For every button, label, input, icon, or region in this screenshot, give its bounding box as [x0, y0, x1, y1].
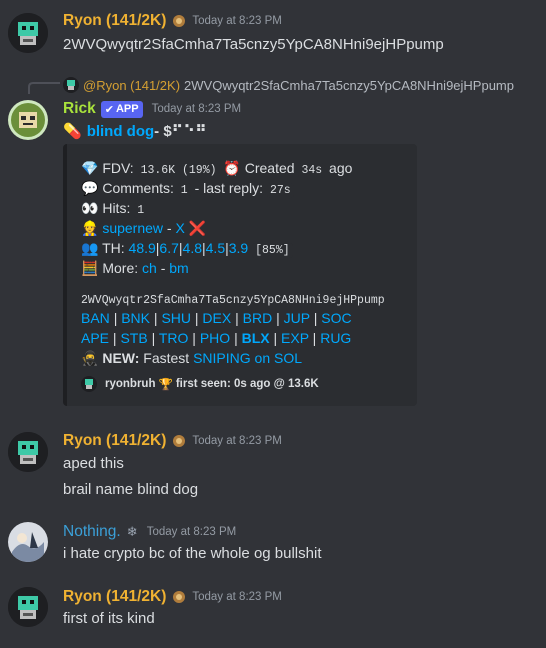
author-name[interactable]: Ryon (141/2K): [63, 588, 166, 606]
server-badge-icon: [172, 14, 186, 28]
link-dex[interactable]: DEX: [202, 310, 231, 326]
link-bnk[interactable]: BNK: [121, 310, 150, 326]
new-text: Fastest: [143, 350, 190, 366]
author-name[interactable]: Ryon (141/2K): [63, 432, 166, 450]
more-link-bm[interactable]: bm: [169, 260, 188, 276]
avatar-rick[interactable]: [8, 100, 48, 140]
message-text: i hate crypto bc of the whole og bullshi…: [63, 545, 322, 562]
created-value: 34s: [298, 163, 326, 178]
link-ban[interactable]: BAN: [81, 310, 110, 326]
server-badge-icon: [172, 590, 186, 604]
timestamp: Today at 8:23 PM: [192, 435, 282, 447]
links-row-1: BAN | BNK | SHU | DEX | BRD | JUP | SOC: [81, 310, 352, 326]
th-value[interactable]: 4.8: [183, 240, 202, 256]
app-tag: ✔ APP: [100, 100, 143, 118]
author-name[interactable]: Rick: [63, 100, 96, 118]
trophy-icon: 🏆: [158, 379, 173, 391]
fdv-label: FDV:: [102, 160, 134, 176]
created-label: Created: [244, 160, 295, 176]
separator: -: [166, 220, 172, 236]
speech-bubble-icon: 💬: [81, 180, 99, 196]
timestamp: Today at 8:23 PM: [151, 103, 242, 115]
message-text: brail name blind dog: [63, 481, 199, 498]
reply-text[interactable]: 2WVQwyqtr2SfaCmha7Ta5cnzy5YpCA8NHni9ejHP…: [184, 78, 514, 93]
new-label: NEW:: [102, 350, 140, 366]
token-embed: 💎 FDV: 13.6K (19%) ⏰ Created 34s ago 💬 C…: [63, 144, 417, 406]
token-link[interactable]: blind dog: [87, 123, 154, 140]
link-shu[interactable]: SHU: [161, 310, 191, 326]
link-tro[interactable]: TRO: [159, 330, 189, 346]
verified-check-icon: ✔: [104, 103, 114, 116]
contract-address[interactable]: 2WVQwyqtr2SfaCmha7Ta5cnzy5YpCA8NHni9ejHP…: [81, 294, 385, 307]
th-total: [85%]: [252, 243, 293, 258]
link-soc[interactable]: SOC: [321, 310, 351, 326]
footer-user: ryonbruh: [105, 378, 156, 390]
timestamp: Today at 8:23 PM: [192, 591, 282, 603]
avatar-ryon[interactable]: [8, 587, 48, 627]
developer-icon: 👷: [81, 220, 99, 236]
avatar-ryon[interactable]: [8, 432, 48, 472]
link-ape[interactable]: APE: [81, 330, 109, 346]
fdv-value: 13.6K (19%): [137, 163, 220, 178]
link-stb[interactable]: STB: [120, 330, 147, 346]
link-rug[interactable]: RUG: [320, 330, 351, 346]
abacus-icon: 🧮: [81, 260, 99, 276]
th-value[interactable]: 4.5: [206, 240, 225, 256]
link-blx[interactable]: BLX: [242, 330, 270, 346]
dev-x-link[interactable]: X: [175, 220, 184, 236]
link-exp[interactable]: EXP: [281, 330, 309, 346]
message-nothing: Nothing. ❄ Today at 8:23 PM i hate crypt…: [0, 512, 546, 572]
footer-avatar-icon: [81, 376, 97, 392]
link-jup[interactable]: JUP: [284, 310, 310, 326]
th-label: TH:: [102, 240, 125, 256]
hits-value: 1: [134, 203, 148, 218]
message-ryon-3: Ryon (141/2K) Today at 8:23 PM first of …: [0, 577, 546, 637]
timestamp: Today at 8:23 PM: [146, 526, 237, 538]
holders-icon: 👥: [81, 240, 99, 256]
reply-author[interactable]: @Ryon (141/2K): [83, 78, 180, 93]
link-brd[interactable]: BRD: [243, 310, 273, 326]
link-pho[interactable]: PHO: [200, 330, 230, 346]
created-suffix: ago: [329, 160, 353, 176]
last-reply-label: - last reply:: [194, 180, 264, 196]
message-ryon-2: Ryon (141/2K) Today at 8:23 PM aped this…: [0, 420, 546, 505]
more-label: More:: [102, 260, 139, 276]
dev-link[interactable]: supernew: [102, 220, 163, 236]
diamond-icon: 💎: [81, 160, 99, 176]
message-text: aped this: [63, 455, 124, 472]
comments-value: 1: [177, 183, 191, 198]
snowflake-badge-icon: ❄: [126, 524, 138, 539]
th-value[interactable]: 6.7: [159, 240, 178, 256]
eyes-icon: 👀: [81, 200, 99, 216]
ninja-icon: 🥷: [81, 350, 99, 366]
token-ticker: - $⠋⠑⠛: [154, 123, 207, 140]
server-badge-icon: [172, 434, 186, 448]
pill-icon: 💊: [63, 123, 82, 140]
th-value[interactable]: 48.9: [129, 240, 156, 256]
message-text: first of its kind: [63, 610, 155, 627]
cross-mark-icon: ❌: [188, 220, 207, 236]
author-name[interactable]: Ryon (141/2K): [63, 12, 166, 30]
hits-label: Hits:: [102, 200, 131, 216]
links-row-2: APE | STB | TRO | PHO | BLX | EXP | RUG: [81, 330, 352, 346]
last-reply-value: 27s: [266, 183, 294, 198]
reply-avatar-icon: [63, 77, 79, 93]
more-link-ch[interactable]: ch: [142, 260, 157, 276]
avatar-ryon[interactable]: [8, 13, 48, 53]
app-tag-label: APP: [115, 103, 139, 115]
comments-label: Comments:: [102, 180, 174, 196]
avatar-nothing[interactable]: [8, 522, 48, 562]
timestamp: Today at 8:23 PM: [192, 15, 282, 27]
clock-icon: ⏰: [223, 160, 241, 176]
footer-text: first seen: 0s ago @ 13.6K: [175, 378, 319, 390]
author-name[interactable]: Nothing.: [63, 523, 121, 541]
reply-connector-icon: [28, 82, 60, 94]
message-text: 2WVQwyqtr2SfaCmha7Ta5cnzy5YpCA8NHni9ejHP…: [63, 36, 444, 53]
message-ryon-1: Ryon (141/2K) Today at 8:23 PM 2WVQwyqtr…: [0, 0, 546, 60]
th-value[interactable]: 3.9: [229, 240, 248, 256]
sniping-link[interactable]: SNIPING on SOL: [193, 350, 302, 366]
